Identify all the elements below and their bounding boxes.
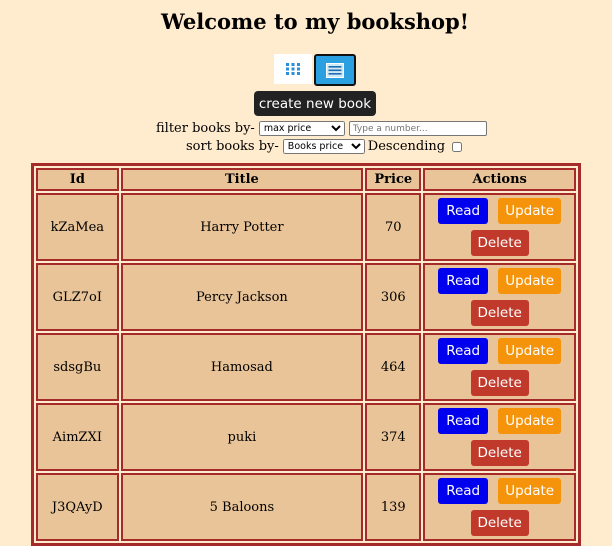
table-row: kZaMea Harry Potter 70 Read Update Delet… [36, 193, 576, 261]
list-icon [326, 62, 344, 78]
table-row: GLZ7oI Percy Jackson 306 Read Update Del… [36, 263, 576, 331]
delete-button[interactable]: Delete [470, 370, 529, 396]
book-title: Percy Jackson [120, 263, 364, 331]
table-row: sdsgBu Hamosad 464 Read Update Delete [36, 333, 576, 401]
filter-label: filter books by- [156, 121, 255, 136]
book-actions: Read Update Delete [423, 333, 576, 401]
grid-view-button[interactable] [274, 54, 312, 84]
read-button[interactable]: Read [438, 408, 489, 434]
create-book-button[interactable]: create new book [254, 91, 376, 116]
update-button[interactable]: Update [498, 338, 562, 364]
read-button[interactable]: Read [438, 268, 489, 294]
book-price: 374 [365, 403, 422, 471]
book-price: 464 [365, 333, 422, 401]
book-price: 139 [365, 473, 422, 541]
sort-label: sort books by- [186, 139, 279, 154]
book-actions: Read Update Delete [423, 473, 576, 541]
book-title: Hamosad [120, 333, 364, 401]
filter-number-input[interactable] [348, 121, 487, 136]
grid-icon [286, 63, 300, 75]
read-button[interactable]: Read [438, 338, 489, 364]
book-price: 306 [365, 263, 422, 331]
book-id: sdsgBu [36, 333, 119, 401]
book-id: J3QAyD [36, 473, 119, 541]
sort-select[interactable]: Books price [282, 139, 365, 154]
book-title: Harry Potter [120, 193, 364, 261]
filter-select[interactable]: max price [258, 121, 345, 136]
view-toggle [274, 54, 356, 86]
delete-button[interactable]: Delete [470, 440, 529, 466]
header-id: Id [36, 168, 119, 191]
book-title: puki [120, 403, 364, 471]
book-id: kZaMea [36, 193, 119, 261]
table-header-row: Id Title Price Actions [36, 168, 576, 191]
header-actions: Actions [423, 168, 576, 191]
delete-button[interactable]: Delete [470, 230, 529, 256]
delete-button[interactable]: Delete [470, 510, 529, 536]
book-actions: Read Update Delete [423, 403, 576, 471]
page-title: Welcome to my bookshop! [161, 9, 469, 34]
descending-checkbox[interactable] [452, 141, 463, 152]
book-price: 70 [365, 193, 422, 261]
update-button[interactable]: Update [498, 478, 562, 504]
book-actions: Read Update Delete [423, 193, 576, 261]
update-button[interactable]: Update [498, 408, 562, 434]
sort-row: sort books by- Books price Descending [186, 139, 463, 154]
read-button[interactable]: Read [438, 478, 489, 504]
header-title: Title [120, 168, 364, 191]
book-id: AimZXI [36, 403, 119, 471]
update-button[interactable]: Update [498, 198, 562, 224]
descending-label: Descending [367, 139, 446, 154]
list-view-button[interactable] [314, 54, 356, 86]
filter-row: filter books by- max price [156, 121, 487, 136]
book-id: GLZ7oI [36, 263, 119, 331]
update-button[interactable]: Update [498, 268, 562, 294]
books-table: Id Title Price Actions kZaMea Harry Pott… [31, 163, 581, 546]
table-row: AimZXI puki 374 Read Update Delete [36, 403, 576, 471]
table-row: J3QAyD 5 Baloons 139 Read Update Delete [36, 473, 576, 541]
book-actions: Read Update Delete [423, 263, 576, 331]
header-price: Price [365, 168, 422, 191]
read-button[interactable]: Read [438, 198, 489, 224]
delete-button[interactable]: Delete [470, 300, 529, 326]
book-title: 5 Baloons [120, 473, 364, 541]
